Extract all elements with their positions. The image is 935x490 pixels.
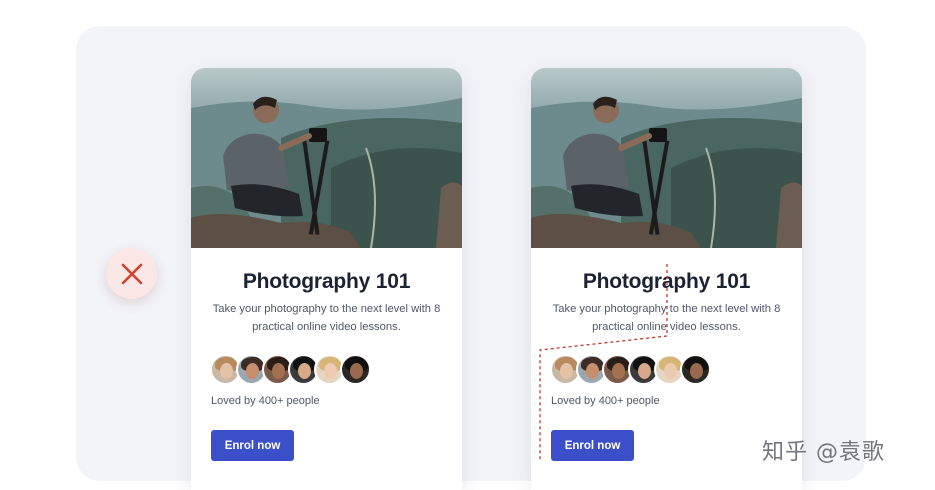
avatar bbox=[680, 354, 711, 385]
enrol-button[interactable]: Enrol now bbox=[551, 430, 634, 461]
close-icon bbox=[121, 263, 142, 284]
social-proof-text: Loved by 400+ people bbox=[211, 395, 320, 407]
avatar-group bbox=[550, 354, 711, 386]
avatar bbox=[340, 354, 371, 385]
course-description: Take your photography to the next level … bbox=[212, 303, 441, 333]
course-title: Photography 101 bbox=[582, 270, 751, 293]
social-proof-text: Loved by 400+ people bbox=[551, 395, 660, 407]
course-card-before: Photography 101 Take your photography to… bbox=[191, 68, 462, 490]
avatar-group bbox=[210, 354, 371, 386]
course-hero-image bbox=[191, 68, 462, 248]
course-card-after: Photography 101 Take your photography to… bbox=[531, 68, 802, 490]
course-title: Photography 101 bbox=[242, 270, 411, 293]
course-description: Take your photography to the next level … bbox=[552, 303, 781, 333]
watermark: 知乎 @袁歌 bbox=[762, 440, 885, 465]
incorrect-badge bbox=[106, 248, 157, 299]
enrol-button[interactable]: Enrol now bbox=[211, 430, 294, 461]
course-hero-image bbox=[531, 68, 802, 248]
